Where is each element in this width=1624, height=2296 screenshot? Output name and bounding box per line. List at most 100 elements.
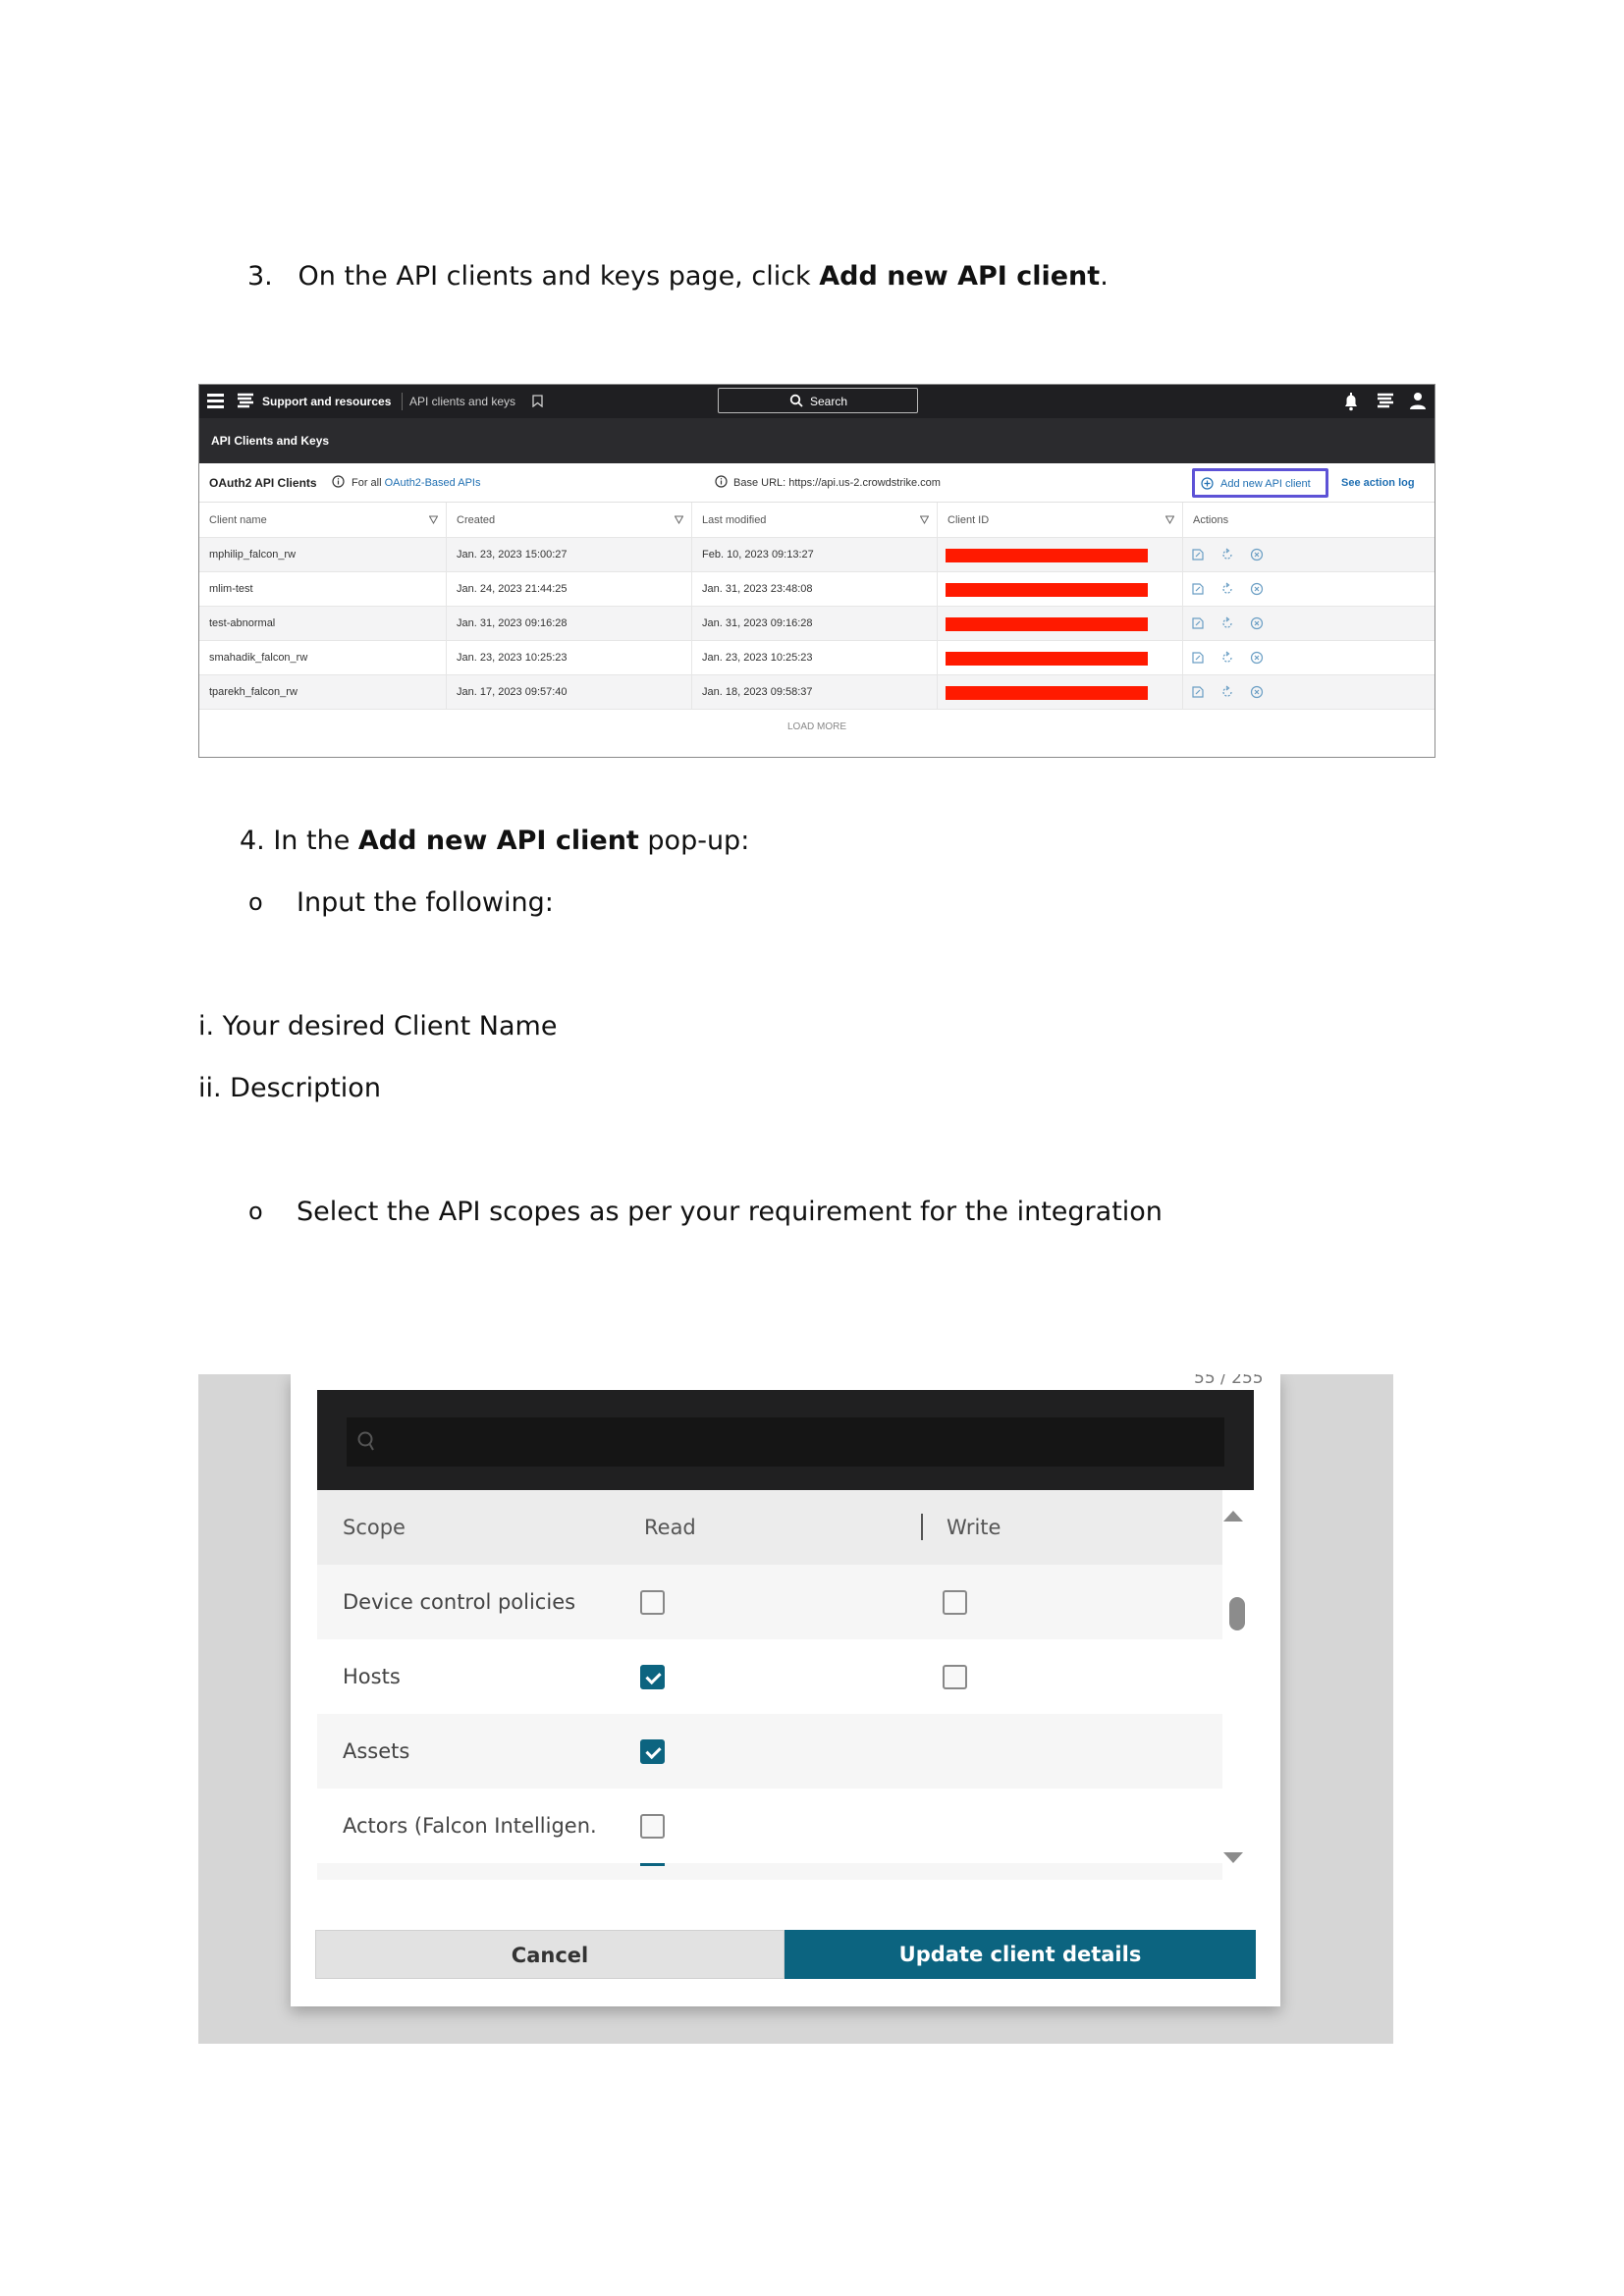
falcon-apps-icon[interactable] — [1377, 393, 1394, 408]
bell-icon[interactable] — [1342, 392, 1360, 411]
search-input[interactable]: Search — [718, 388, 918, 413]
edit-icon[interactable] — [1191, 685, 1205, 699]
last-modified-cell: Jan. 31, 2023 23:48:08 — [692, 572, 938, 606]
brand-label[interactable]: Support and resources — [262, 395, 391, 408]
scope-search-input[interactable] — [347, 1417, 1224, 1467]
read-column-header: Read — [644, 1516, 696, 1539]
column-header[interactable]: Client ID — [938, 503, 1183, 537]
user-icon[interactable] — [1409, 391, 1427, 410]
edit-icon[interactable] — [1191, 582, 1205, 596]
redacted-client-id — [946, 617, 1148, 631]
client-name-cell: tparekh_falcon_rw — [199, 675, 447, 709]
filter-icon[interactable] — [429, 515, 438, 524]
scope-row: Actors (Falcon Intelligen... — [317, 1789, 1222, 1863]
reset-icon[interactable] — [1220, 582, 1234, 596]
bullet-marker: o — [248, 888, 263, 916]
table-row: mlim-test Jan. 24, 2023 21:44:25 Jan. 31, … — [199, 572, 1435, 607]
step-3-prefix: On the API clients and keys page, click — [298, 261, 820, 292]
write-checkbox[interactable] — [943, 1590, 967, 1615]
column-header[interactable]: Created — [447, 503, 692, 537]
bullet-1-text: Input the following: — [297, 887, 554, 918]
client-id-cell — [938, 641, 1183, 674]
actions-cell — [1183, 641, 1435, 674]
redacted-client-id — [946, 652, 1148, 666]
write-checkbox[interactable] — [943, 1665, 967, 1689]
oauth2-apis-link[interactable]: OAuth2-Based APIs — [385, 477, 481, 489]
edit-icon[interactable] — [1191, 651, 1205, 665]
client-id-cell — [938, 538, 1183, 571]
delete-icon[interactable] — [1250, 616, 1264, 630]
update-client-details-button[interactable]: Update client details — [785, 1930, 1256, 1979]
bookmark-icon[interactable] — [532, 395, 543, 407]
menu-icon[interactable] — [207, 394, 224, 408]
see-action-log-link[interactable]: See action log — [1341, 477, 1415, 489]
falcon-logo-icon — [238, 393, 253, 408]
last-modified-cell: Jan. 18, 2023 09:58:37 — [692, 675, 938, 709]
actions-cell — [1183, 538, 1435, 571]
table-header: Client name Created Last modified Client… — [199, 503, 1435, 538]
created-cell: Jan. 17, 2023 09:57:40 — [447, 675, 692, 709]
scrollbar-thumb[interactable] — [1229, 1597, 1245, 1630]
step-3-text: 3. On the API clients and keys page, cli… — [247, 261, 1109, 292]
last-modified-cell: Feb. 10, 2023 09:13:27 — [692, 538, 938, 571]
read-checkbox[interactable] — [640, 1739, 665, 1764]
read-checkbox[interactable] — [640, 1665, 665, 1689]
reset-icon[interactable] — [1220, 685, 1234, 699]
column-divider — [921, 1514, 923, 1540]
redacted-client-id — [946, 583, 1148, 597]
page-title: API Clients and Keys — [211, 434, 330, 448]
delete-icon[interactable] — [1250, 582, 1264, 596]
partial-checkbox — [640, 1863, 665, 1866]
read-checkbox[interactable] — [640, 1590, 665, 1615]
search-icon — [357, 1431, 374, 1451]
filter-icon[interactable] — [675, 515, 683, 524]
reset-icon[interactable] — [1220, 616, 1234, 630]
load-more-button[interactable]: LOAD MORE — [199, 714, 1435, 741]
redacted-client-id — [946, 686, 1148, 700]
page-header: API Clients and Keys — [199, 418, 1435, 463]
filter-icon[interactable] — [920, 515, 929, 524]
delete-icon[interactable] — [1250, 548, 1264, 561]
scope-name: Device control policies — [343, 1590, 576, 1614]
step-4-suffix: pop-up: — [638, 826, 750, 856]
scope-name: Actors (Falcon Intelligen... — [343, 1814, 598, 1838]
table-row: test-abnormal Jan. 31, 2023 09:16:28 Jan. … — [199, 607, 1435, 641]
scope-name: Hosts — [343, 1665, 401, 1688]
actions-cell — [1183, 572, 1435, 606]
add-circle-icon — [1201, 477, 1214, 490]
column-header[interactable]: Last modified — [692, 503, 938, 537]
base-url: Base URL: https://api.us-2.crowdstrike.c… — [733, 477, 941, 489]
for-all-prefix: For all — [352, 477, 385, 489]
client-id-cell — [938, 572, 1183, 606]
edit-icon[interactable] — [1191, 548, 1205, 561]
scroll-down-arrow-icon[interactable] — [1223, 1852, 1243, 1863]
bullet-marker: o — [248, 1198, 263, 1225]
delete-icon[interactable] — [1250, 651, 1264, 665]
breadcrumb[interactable]: API clients and keys — [409, 395, 515, 408]
client-name-cell: mlim-test — [199, 572, 447, 606]
reset-icon[interactable] — [1220, 651, 1234, 665]
edit-icon[interactable] — [1191, 616, 1205, 630]
scopes-table-header: Scope Read Write — [317, 1490, 1222, 1565]
reset-icon[interactable] — [1220, 548, 1234, 561]
add-api-client-dialog: 55 / 255 Scope Read Write Device control… — [291, 1374, 1280, 2006]
scopes-table: Scope Read Write Device control policies… — [317, 1490, 1222, 1880]
read-checkbox[interactable] — [640, 1814, 665, 1839]
api-clients-table: Client name Created Last modified Client… — [199, 503, 1435, 710]
scope-column-header: Scope — [343, 1516, 406, 1539]
character-counter: 55 / 255 — [1194, 1374, 1264, 1388]
delete-icon[interactable] — [1250, 685, 1264, 699]
client-id-cell — [938, 607, 1183, 640]
cancel-button[interactable]: Cancel — [315, 1930, 785, 1979]
client-name-cell: test-abnormal — [199, 607, 447, 640]
search-label: Search — [810, 395, 848, 408]
column-header[interactable]: Client name — [199, 503, 447, 537]
step-3-number: 3. — [247, 261, 273, 292]
table-row: mphilip_falcon_rw Jan. 23, 2023 15:00:27 F… — [199, 538, 1435, 572]
add-new-api-client-button[interactable]: Add new API client — [1192, 468, 1328, 498]
scope-row: Device control policies — [317, 1565, 1222, 1639]
scroll-up-arrow-icon[interactable] — [1223, 1511, 1243, 1522]
bullet-2-text: Select the API scopes as per your requir… — [297, 1197, 1163, 1227]
filter-icon[interactable] — [1165, 515, 1174, 524]
breadcrumb-divider — [402, 393, 403, 410]
